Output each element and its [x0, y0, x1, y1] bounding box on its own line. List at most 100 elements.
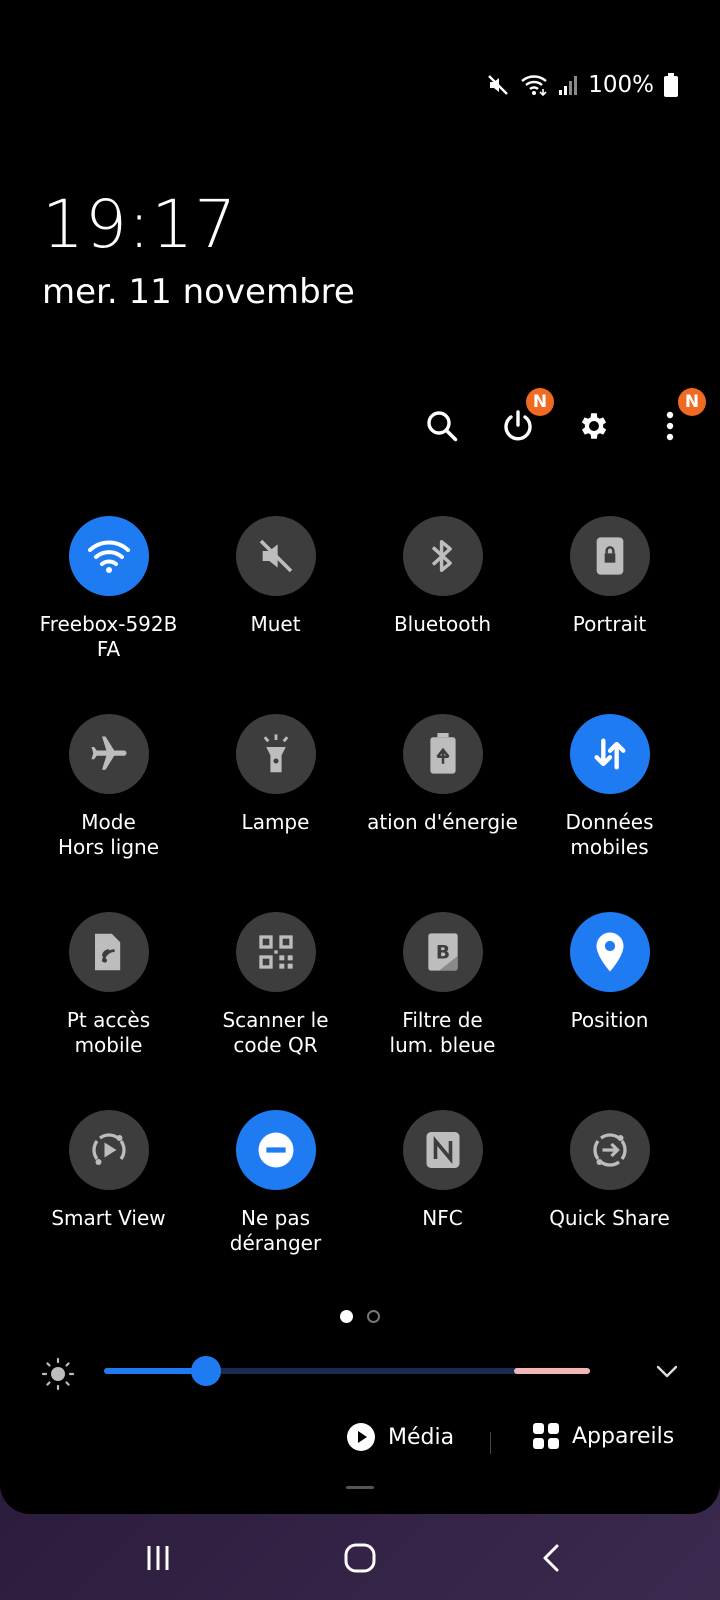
tile-quick-share-button[interactable] — [569, 1110, 650, 1190]
home-button[interactable] — [338, 1536, 382, 1580]
brightness-slider[interactable] — [104, 1356, 590, 1386]
tile-label: Bluetooth — [393, 612, 492, 636]
gear-icon — [581, 413, 607, 439]
devices-grid-icon — [533, 1423, 559, 1449]
top-actions: N N — [420, 388, 706, 448]
tile-flashlight-button[interactable] — [235, 714, 316, 794]
battery-saver-icon — [429, 733, 456, 774]
tile-power-saving[interactable]: ation d'énergie — [359, 714, 526, 912]
tile-quick-share[interactable]: Quick Share — [526, 1110, 693, 1308]
mute-icon — [259, 539, 292, 573]
tile-mute-button[interactable] — [235, 516, 316, 596]
tile-blue-light-filter[interactable]: B Filtre de lum. bleue — [359, 912, 526, 1110]
settings-button[interactable] — [572, 404, 616, 448]
tile-do-not-disturb[interactable]: Ne pas déranger — [192, 1110, 359, 1308]
blue-light-icon: B — [427, 933, 458, 971]
tile-bluetooth-button[interactable] — [402, 516, 483, 596]
more-options-button[interactable]: N — [648, 388, 706, 448]
back-button[interactable] — [530, 1536, 574, 1580]
power-badge: N — [526, 388, 554, 416]
tile-wifi[interactable]: Freebox-592B FA — [25, 516, 192, 714]
tile-qr-scanner-button[interactable] — [235, 912, 316, 992]
tile-blue-light-filter-button[interactable]: B — [402, 912, 483, 992]
tile-label: Ne pas déranger — [229, 1206, 322, 1255]
tile-smart-view-button[interactable] — [68, 1110, 149, 1190]
brightness-control — [40, 1352, 680, 1392]
wifi-icon — [87, 540, 130, 573]
search-button[interactable] — [420, 404, 464, 448]
battery-icon — [664, 73, 678, 97]
tile-hotspot[interactable]: Pt accès mobile — [25, 912, 192, 1110]
tile-qr-scanner[interactable]: Scanner le code QR — [192, 912, 359, 1110]
tile-mobile-data-button[interactable] — [569, 714, 650, 794]
tile-nfc[interactable]: NFC — [359, 1110, 526, 1308]
tile-airplane[interactable]: Mode Hors ligne — [25, 714, 192, 912]
brightness-thumb[interactable] — [191, 1356, 222, 1386]
tile-wifi-button[interactable] — [68, 516, 149, 596]
airplane-icon — [91, 736, 126, 770]
quick-settings-grid: Freebox-592B FA Muet Bluetooth Portrait — [25, 516, 695, 1308]
tile-label: Freebox-592B FA — [39, 612, 178, 661]
devices-button[interactable]: Appareils — [532, 1422, 674, 1450]
svg-text:B: B — [435, 943, 449, 964]
tile-portrait[interactable]: Portrait — [526, 516, 693, 714]
tile-label: ation d'énergie — [367, 810, 518, 834]
play-circle-icon — [347, 1423, 375, 1451]
tile-label: Quick Share — [549, 1206, 670, 1230]
wifi-icon — [520, 73, 548, 97]
more-badge: N — [678, 388, 706, 416]
tile-airplane-button[interactable] — [68, 714, 149, 794]
media-devices-row: Média Appareils — [0, 1422, 720, 1462]
tile-mute[interactable]: Muet — [192, 516, 359, 714]
mute-icon — [486, 73, 510, 97]
clock-time[interactable]: 19:17 — [42, 186, 237, 263]
screen: 100% 19:17 mer. 11 novembre N N Freebox-… — [0, 0, 720, 1600]
navigation-bar — [0, 1514, 720, 1600]
nfc-icon — [426, 1132, 459, 1168]
recent-apps-button[interactable] — [136, 1536, 180, 1580]
page-dot-active[interactable] — [340, 1310, 353, 1323]
hotspot-icon — [94, 933, 120, 971]
location-icon — [596, 932, 623, 972]
tile-label: Pt accès mobile — [66, 1008, 151, 1057]
tile-portrait-button[interactable] — [569, 516, 650, 596]
divider — [490, 1432, 491, 1454]
tile-label: Smart View — [51, 1206, 166, 1230]
screen-lock-icon — [596, 537, 623, 575]
tile-label: Mode Hors ligne — [57, 810, 160, 859]
more-vertical-icon — [666, 411, 674, 441]
status-bar: 100% — [486, 72, 678, 98]
tile-power-saving-button[interactable] — [402, 714, 483, 794]
tile-flashlight[interactable]: Lampe — [192, 714, 359, 912]
clock-date[interactable]: mer. 11 novembre — [42, 272, 355, 312]
quick-share-icon — [592, 1133, 627, 1167]
media-button[interactable]: Média — [346, 1422, 454, 1452]
media-label: Média — [388, 1424, 455, 1450]
power-button[interactable]: N — [496, 388, 554, 448]
mobile-data-icon — [594, 738, 625, 770]
tile-do-not-disturb-button[interactable] — [235, 1110, 316, 1190]
tile-smart-view[interactable]: Smart View — [25, 1110, 192, 1308]
tile-label: Position — [570, 1008, 649, 1032]
tile-label: Filtre de lum. bleue — [389, 1008, 496, 1057]
home-icon — [344, 1543, 376, 1573]
page-indicator — [0, 1310, 720, 1323]
flashlight-icon — [263, 734, 288, 773]
qr-code-icon — [258, 935, 293, 969]
tile-location[interactable]: Position — [526, 912, 693, 1110]
tile-label: Scanner le code QR — [222, 1008, 329, 1057]
tile-hotspot-button[interactable] — [68, 912, 149, 992]
tile-location-button[interactable] — [569, 912, 650, 992]
brightness-extra-range — [514, 1368, 590, 1374]
page-dot[interactable] — [367, 1310, 380, 1323]
brightness-icon — [41, 1357, 75, 1391]
tile-mobile-data[interactable]: Données mobiles — [526, 714, 693, 912]
tile-nfc-button[interactable] — [402, 1110, 483, 1190]
tile-label: Données mobiles — [565, 810, 654, 859]
quick-settings-panel: 100% 19:17 mer. 11 novembre N N Freebox-… — [0, 0, 720, 1514]
drag-handle[interactable] — [346, 1486, 374, 1489]
tile-label: Muet — [250, 612, 301, 636]
chevron-down-icon[interactable] — [654, 1358, 680, 1384]
tile-bluetooth[interactable]: Bluetooth — [359, 516, 526, 714]
devices-label: Appareils — [572, 1423, 675, 1449]
